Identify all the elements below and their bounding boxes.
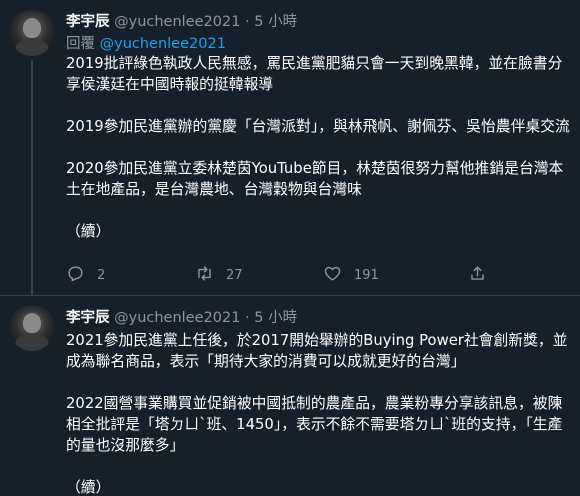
reply-icon: [66, 264, 85, 287]
timestamp[interactable]: 5 小時: [254, 14, 297, 30]
reply-prefix: 回覆: [66, 36, 95, 52]
tweet-feed: 李宇辰 @yuchenlee2021 · 5 小時 回覆 @yuchenlee2…: [0, 0, 580, 496]
reply-button[interactable]: 2: [66, 264, 105, 287]
author-name[interactable]: 李宇辰: [66, 14, 110, 30]
tweet-text: 2021參加民進黨上任後，於2017開始舉辦的Buying Power社會創新獎…: [66, 330, 572, 496]
avatar[interactable]: [9, 305, 55, 351]
share-icon: [468, 264, 487, 287]
reply-count: 2: [97, 268, 106, 283]
tweet-header: 李宇辰 @yuchenlee2021 · 5 小時: [66, 10, 297, 31]
retweet-count: 27: [226, 268, 243, 283]
tweet-paragraph: 2020參加民進黨立委林楚茵YouTube節目，林楚茵很努力幫他推銷是台灣本土在…: [66, 160, 564, 198]
tweet-paragraph: 2019參加民進黨辦的黨慶「台灣派對」，與林飛帆、謝佩芬、吳怡農伴桌交流: [66, 118, 570, 135]
timestamp[interactable]: 5 小時: [254, 310, 297, 326]
reply-context: 回覆 @yuchenlee2021: [66, 32, 226, 53]
tweet-paragraph: 2019批評綠色執政人民無感，罵民進黨肥貓只會一天到晚黑韓，並在臉書分享侯漢廷在…: [66, 55, 563, 93]
separator-dot: ·: [245, 310, 250, 326]
tweet[interactable]: 李宇辰 @yuchenlee2021 · 5 小時 2021參加民進黨上任後，於…: [0, 296, 580, 496]
tweet-paragraph: （續）: [66, 223, 111, 240]
author-name[interactable]: 李宇辰: [66, 310, 110, 326]
tweet-actions: 2 27 191: [66, 264, 496, 288]
tweet-header: 李宇辰 @yuchenlee2021 · 5 小時: [66, 306, 297, 327]
tweet-paragraph: 2021參加民進黨上任後，於2017開始舉辦的Buying Power社會創新獎…: [66, 332, 568, 370]
retweet-icon: [195, 264, 214, 287]
tweet-paragraph: （續）: [66, 479, 111, 496]
avatar[interactable]: [9, 10, 55, 56]
separator-dot: ·: [245, 14, 250, 30]
retweet-button[interactable]: 27: [195, 264, 243, 287]
share-button[interactable]: [468, 264, 487, 287]
tweet-text: 2019批評綠色執政人民無感，罵民進黨肥貓只會一天到晚黑韓，並在臉書分享侯漢廷在…: [66, 53, 572, 263]
reply-to-handle-link[interactable]: @yuchenlee2021: [100, 36, 226, 52]
tweet[interactable]: 李宇辰 @yuchenlee2021 · 5 小時 回覆 @yuchenlee2…: [0, 0, 580, 296]
like-button[interactable]: 191: [323, 264, 379, 287]
heart-icon: [323, 264, 342, 287]
tweet-paragraph: 2022國營事業購買並促銷被中國抵制的農產品，農業粉專分享該訊息，被陳相全批評是…: [66, 395, 563, 454]
like-count: 191: [354, 268, 379, 283]
author-handle[interactable]: @yuchenlee2021: [114, 310, 240, 326]
thread-connector: [31, 60, 33, 296]
author-handle[interactable]: @yuchenlee2021: [114, 14, 240, 30]
